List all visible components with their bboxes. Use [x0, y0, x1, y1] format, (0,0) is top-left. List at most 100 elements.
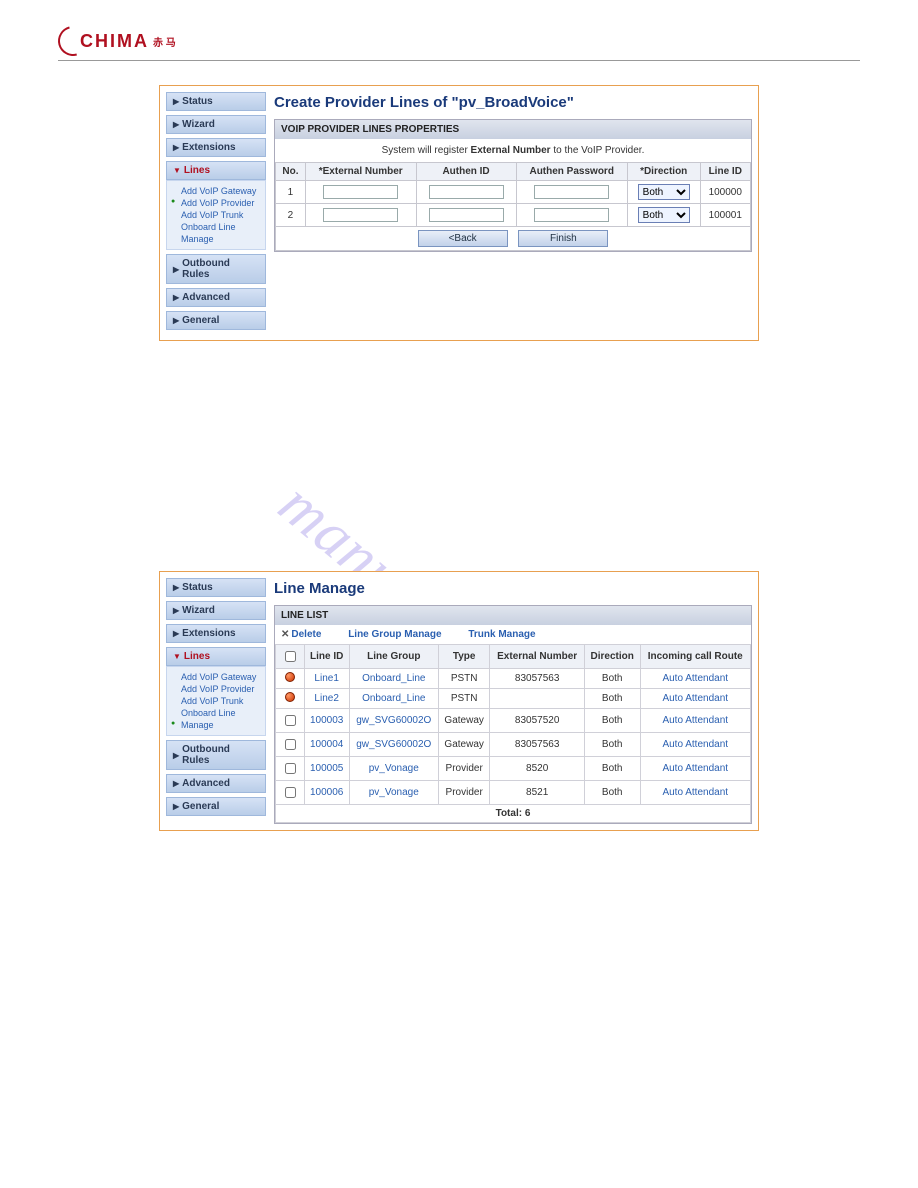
subnav-add-trunk[interactable]: Add VoIP Trunk — [181, 695, 263, 707]
cell-route[interactable]: Auto Attendant — [640, 733, 751, 757]
subtext-post: to the VoIP Provider. — [551, 145, 645, 156]
nav-status[interactable]: ▶Status — [166, 578, 266, 597]
nav-label: Status — [182, 96, 213, 107]
cell-route[interactable]: Auto Attendant — [640, 689, 751, 709]
back-button[interactable]: <Back — [418, 230, 508, 247]
nav-label: Outbound Rules — [182, 258, 259, 280]
authen-id-input[interactable] — [429, 185, 504, 199]
subnav-add-gateway[interactable]: Add VoIP Gateway — [181, 185, 263, 197]
row-checkbox[interactable] — [285, 715, 296, 726]
sidebar: ▶Status ▶Wizard ▶Extensions ▼Lines Add V… — [166, 578, 266, 824]
cell-route[interactable]: Auto Attendant — [640, 781, 751, 805]
cell-line-group[interactable]: Onboard_Line — [349, 669, 438, 689]
cell-direction: Both — [584, 689, 640, 709]
cell-line-id[interactable]: 100004 — [304, 733, 349, 757]
nav-general[interactable]: ▶General — [166, 797, 266, 816]
page-title: Create Provider Lines of "pv_BroadVoice" — [274, 94, 752, 111]
nav-wizard[interactable]: ▶Wizard — [166, 601, 266, 620]
row-checkbox[interactable] — [285, 739, 296, 750]
table-row: Line1Onboard_LinePSTN83057563BothAuto At… — [276, 669, 751, 689]
panel-line-manage: ▶Status ▶Wizard ▶Extensions ▼Lines Add V… — [159, 571, 759, 831]
nav-general[interactable]: ▶General — [166, 311, 266, 330]
cell-line-id[interactable]: Line2 — [304, 689, 349, 709]
authen-password-input[interactable] — [534, 185, 609, 199]
cell-route[interactable]: Auto Attendant — [640, 669, 751, 689]
col-external-number: *External Number — [305, 163, 416, 181]
nav-extensions[interactable]: ▶Extensions — [166, 624, 266, 643]
subnav-manage[interactable]: Manage — [181, 719, 263, 731]
chevron-right-icon: ▶ — [173, 751, 179, 760]
subnav-onboard-line[interactable]: Onboard Line — [181, 707, 263, 719]
row-checkbox[interactable] — [285, 763, 296, 774]
cell-route[interactable]: Auto Attendant — [640, 709, 751, 733]
cell-no: 2 — [276, 204, 306, 227]
subnav-add-trunk[interactable]: Add VoIP Trunk — [181, 209, 263, 221]
chevron-right-icon: ▶ — [173, 265, 179, 274]
col-checkbox — [276, 645, 305, 669]
cell-line-group[interactable]: gw_SVG60002O — [349, 733, 438, 757]
cell-line-id[interactable]: 100005 — [304, 757, 349, 781]
subnav-add-provider[interactable]: Add VoIP Provider — [181, 683, 263, 695]
cell-line-id[interactable]: Line1 — [304, 669, 349, 689]
logo: CHIMA 赤 马 — [58, 26, 176, 56]
cell-line-group[interactable]: pv_Vonage — [349, 781, 438, 805]
trunk-manage-link[interactable]: Trunk Manage — [468, 629, 535, 640]
authen-id-input[interactable] — [429, 208, 504, 222]
cell-line-id[interactable]: 100003 — [304, 709, 349, 733]
cell-line-group[interactable]: gw_SVG60002O — [349, 709, 438, 733]
nav-extensions[interactable]: ▶Extensions — [166, 138, 266, 157]
logo-subtext: 赤 马 — [153, 34, 176, 49]
delete-icon: ✕ — [281, 629, 289, 640]
nav-lines[interactable]: ▼Lines — [166, 647, 266, 666]
cell-no: 1 — [276, 181, 306, 204]
authen-password-input[interactable] — [534, 208, 609, 222]
nav-label: Advanced — [182, 778, 230, 789]
nav-label: General — [182, 315, 219, 326]
chevron-right-icon: ▶ — [173, 802, 179, 811]
subnav-manage[interactable]: Manage — [181, 233, 263, 245]
finish-button[interactable]: Finish — [518, 230, 608, 247]
nav-wizard[interactable]: ▶Wizard — [166, 115, 266, 134]
cell-line-id[interactable]: 100006 — [304, 781, 349, 805]
col-direction: Direction — [584, 645, 640, 669]
panel-create-provider: ▶Status ▶Wizard ▶Extensions ▼Lines Add V… — [159, 85, 759, 341]
subnav-add-gateway[interactable]: Add VoIP Gateway — [181, 671, 263, 683]
external-number-input[interactable] — [323, 185, 398, 199]
status-ball-icon — [285, 692, 295, 702]
direction-select[interactable]: Both — [638, 184, 690, 200]
direction-select[interactable]: Both — [638, 207, 690, 223]
nav-outbound-rules[interactable]: ▶Outbound Rules — [166, 254, 266, 284]
nav-status[interactable]: ▶Status — [166, 92, 266, 111]
external-number-input[interactable] — [323, 208, 398, 222]
row-checkbox[interactable] — [285, 787, 296, 798]
cell-direction: Both — [584, 757, 640, 781]
cell-line-group[interactable]: pv_Vonage — [349, 757, 438, 781]
toolbar: ✕Delete Line Group Manage Trunk Manage — [275, 625, 751, 644]
chevron-right-icon: ▶ — [173, 143, 179, 152]
logo-arc-icon — [53, 21, 94, 62]
delete-button[interactable]: ✕Delete — [281, 629, 321, 640]
subnav-lines: Add VoIP Gateway Add VoIP Provider Add V… — [166, 666, 266, 736]
select-all-checkbox[interactable] — [285, 651, 296, 662]
chevron-right-icon: ▶ — [173, 583, 179, 592]
subnav-add-provider[interactable]: Add VoIP Provider — [181, 197, 263, 209]
cell-line-id: 100000 — [700, 181, 751, 204]
table-row: 100004gw_SVG60002OGateway83057563BothAut… — [276, 733, 751, 757]
cell-external-number: 83057563 — [490, 669, 585, 689]
nav-advanced[interactable]: ▶Advanced — [166, 288, 266, 307]
nav-outbound-rules[interactable]: ▶Outbound Rules — [166, 740, 266, 770]
cell-route[interactable]: Auto Attendant — [640, 757, 751, 781]
cell-line-group[interactable]: Onboard_Line — [349, 689, 438, 709]
col-line-id: Line ID — [700, 163, 751, 181]
logo-text: CHIMA — [80, 31, 149, 52]
line-group-manage-link[interactable]: Line Group Manage — [348, 629, 441, 640]
subnav-onboard-line[interactable]: Onboard Line — [181, 221, 263, 233]
nav-label: Extensions — [182, 628, 235, 639]
nav-lines[interactable]: ▼Lines — [166, 161, 266, 180]
status-ball-icon — [285, 672, 295, 682]
cell-external-number: 8521 — [490, 781, 585, 805]
nav-advanced[interactable]: ▶Advanced — [166, 774, 266, 793]
button-row: <Back Finish — [276, 227, 751, 251]
cell-status — [276, 689, 305, 709]
chevron-right-icon: ▶ — [173, 606, 179, 615]
